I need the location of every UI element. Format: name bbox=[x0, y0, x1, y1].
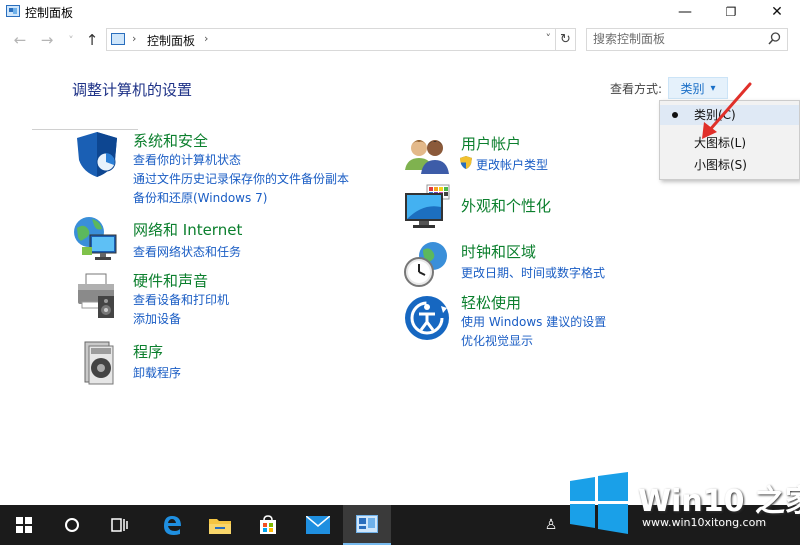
menu-item-label: 小图标(S) bbox=[694, 158, 747, 172]
selected-radio-icon bbox=[672, 112, 678, 118]
link-view-computer-status[interactable]: 查看你的计算机状态 bbox=[133, 151, 241, 168]
breadcrumb[interactable]: 控制面板 bbox=[147, 32, 195, 49]
cortana-icon bbox=[65, 518, 79, 532]
search-icon[interactable] bbox=[768, 32, 781, 45]
uac-shield-icon bbox=[460, 156, 472, 169]
shield-icon[interactable] bbox=[73, 130, 121, 178]
view-by-label: 查看方式: bbox=[610, 82, 663, 96]
minimize-button[interactable]: — bbox=[662, 0, 708, 24]
file-explorer-icon bbox=[209, 519, 231, 534]
control-panel-icon bbox=[6, 5, 20, 17]
mail-icon bbox=[306, 516, 330, 534]
control-panel-taskbar-button[interactable] bbox=[343, 505, 391, 545]
ease-of-access-icon[interactable] bbox=[403, 294, 451, 342]
category-title-system-security[interactable]: 系统和安全 bbox=[133, 130, 208, 151]
category-title-network-internet[interactable]: 网络和 Internet bbox=[133, 219, 242, 240]
link-view-network-status[interactable]: 查看网络状态和任务 bbox=[133, 243, 241, 260]
network-globe-icon[interactable] bbox=[72, 215, 120, 263]
link-optimize-visual-display[interactable]: 优化视觉显示 bbox=[461, 332, 533, 349]
programs-icon[interactable] bbox=[75, 338, 123, 386]
task-view-icon bbox=[111, 518, 128, 532]
address-dropdown-button[interactable]: ˅ bbox=[546, 32, 552, 45]
category-title-clock-region[interactable]: 时钟和区域 bbox=[461, 241, 536, 262]
cortana-button[interactable] bbox=[48, 505, 96, 545]
link-add-device[interactable]: 添加设备 bbox=[133, 310, 181, 327]
address-bar[interactable]: › 控制面板 › ˅ bbox=[106, 28, 556, 51]
page-title: 调整计算机的设置 bbox=[72, 81, 193, 99]
refresh-button[interactable]: ↻ bbox=[556, 28, 576, 51]
link-change-date-time-format[interactable]: 更改日期、时间或数字格式 bbox=[461, 264, 605, 281]
watermark: Win10 之家 www.win10xitong.com bbox=[560, 468, 800, 545]
watermark-text: Win10 之家 bbox=[638, 484, 800, 519]
back-button[interactable]: ← bbox=[11, 31, 29, 49]
control-panel-icon bbox=[111, 33, 125, 45]
search-input[interactable] bbox=[593, 32, 763, 46]
edge-icon bbox=[164, 516, 181, 535]
red-arrow-annotation bbox=[702, 82, 752, 139]
category-title-appearance[interactable]: 外观和个性化 bbox=[461, 195, 551, 216]
users-icon[interactable] bbox=[403, 130, 451, 178]
breadcrumb-separator[interactable]: › bbox=[204, 32, 208, 45]
mail-button[interactable] bbox=[294, 505, 342, 545]
search-box[interactable] bbox=[586, 28, 788, 51]
watermark-url: www.win10xitong.com bbox=[642, 516, 767, 529]
link-backup-restore[interactable]: 备份和还原(Windows 7) bbox=[133, 189, 267, 206]
breadcrumb-separator[interactable]: › bbox=[132, 32, 136, 45]
store-icon bbox=[260, 515, 276, 534]
menu-separator bbox=[32, 129, 138, 130]
title-bar: 控制面板 — ❐ ✕ bbox=[0, 0, 800, 24]
link-change-account-type[interactable]: 更改帐户类型 bbox=[476, 156, 548, 173]
close-button[interactable]: ✕ bbox=[754, 0, 800, 24]
file-explorer-button[interactable] bbox=[196, 505, 244, 545]
category-title-user-accounts[interactable]: 用户帐户 bbox=[461, 133, 521, 154]
menu-item-small-icons[interactable]: 小图标(S) bbox=[660, 155, 799, 175]
task-view-button[interactable] bbox=[96, 505, 144, 545]
clock-globe-icon[interactable] bbox=[403, 240, 451, 288]
store-button[interactable] bbox=[244, 505, 292, 545]
edge-button[interactable] bbox=[148, 505, 196, 545]
maximize-button[interactable]: ❐ bbox=[708, 0, 754, 24]
category-title-programs[interactable]: 程序 bbox=[133, 341, 163, 362]
windows-logo-icon bbox=[570, 472, 628, 534]
category-title-ease-of-access[interactable]: 轻松使用 bbox=[461, 292, 521, 313]
link-uninstall-program[interactable]: 卸载程序 bbox=[133, 364, 181, 381]
start-button[interactable] bbox=[0, 505, 48, 545]
monitor-palette-icon[interactable] bbox=[403, 183, 451, 231]
window-title: 控制面板 bbox=[25, 6, 74, 20]
link-recommended-settings[interactable]: 使用 Windows 建议的设置 bbox=[461, 313, 606, 330]
recent-locations-button[interactable]: ˅ bbox=[62, 31, 80, 49]
link-devices-printers[interactable]: 查看设备和打印机 bbox=[133, 291, 229, 308]
start-icon bbox=[16, 517, 32, 533]
up-button[interactable]: ↑ bbox=[83, 31, 101, 49]
link-file-history[interactable]: 通过文件历史记录保存你的文件备份副本 bbox=[133, 170, 349, 187]
control-panel-icon bbox=[356, 515, 378, 533]
forward-button[interactable]: → bbox=[38, 31, 56, 49]
category-title-hardware-sound[interactable]: 硬件和声音 bbox=[133, 270, 208, 291]
printer-icon[interactable] bbox=[72, 272, 120, 320]
